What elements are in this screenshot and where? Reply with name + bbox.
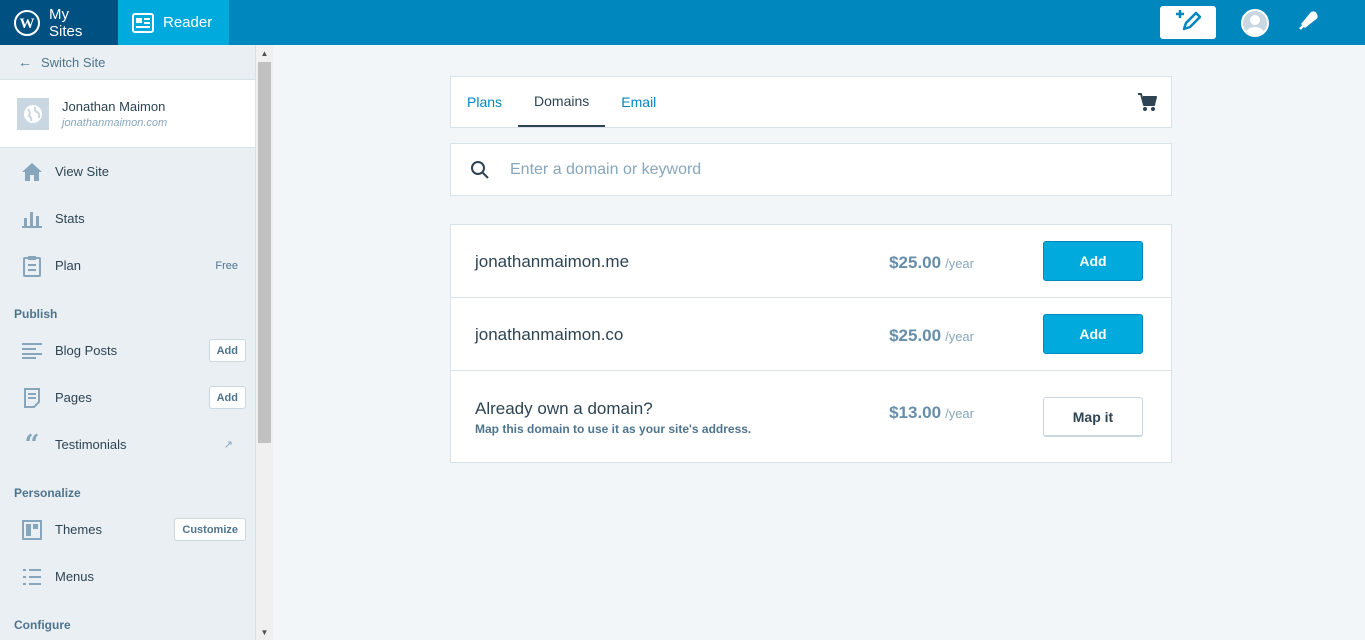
map-domain-subtitle: Map this domain to use it as your site's… <box>475 422 752 436</box>
sidebar-item-blog-posts[interactable]: Blog Posts Add <box>0 327 255 374</box>
sidebar: ← Switch Site Jonathan Maimon jonathanma… <box>0 45 256 640</box>
wordpress-logo-icon: W <box>14 9 40 36</box>
globe-icon <box>17 97 49 130</box>
sidebar-item-label: Stats <box>55 211 85 226</box>
posts-icon <box>21 340 43 362</box>
section-heading-publish: Publish <box>14 307 58 321</box>
plan-badge: Free <box>215 259 238 272</box>
domain-result-row: jonathanmaimon.co $25.00/year Add <box>451 298 1171 371</box>
add-page-button[interactable]: Add <box>208 386 246 409</box>
map-domain-row: Already own a domain? Map this domain to… <box>451 371 1171 462</box>
tab-email[interactable]: Email <box>605 77 672 127</box>
cart-icon[interactable] <box>1137 92 1157 117</box>
reader-label: Reader <box>163 14 213 31</box>
sidebar-item-testimonials[interactable]: “ Testimonials ↗ <box>0 421 255 468</box>
arrow-left-icon: ← <box>18 54 32 70</box>
sidebar-item-pages[interactable]: Pages Add <box>0 374 255 421</box>
price-period: /year <box>945 329 974 344</box>
notifications-button[interactable] <box>1297 8 1321 37</box>
main-content: Plans Domains Email jonathanmaimon.me $2… <box>273 45 1348 640</box>
domain-result-row: jonathanmaimon.me $25.00/year Add <box>451 225 1171 298</box>
add-post-button[interactable]: Add <box>208 339 246 362</box>
stats-icon <box>21 208 43 230</box>
sidebar-item-stats[interactable]: Stats <box>0 195 255 242</box>
switch-site-label: Switch Site <box>41 54 106 70</box>
tab-domains[interactable]: Domains <box>518 77 606 127</box>
price-amount: $13.00 <box>889 403 942 422</box>
domain-price: $25.00/year <box>889 326 974 346</box>
sidebar-item-themes[interactable]: Themes Customize <box>0 506 255 553</box>
domain-results-list: jonathanmaimon.me $25.00/year Add jonath… <box>450 224 1172 463</box>
my-sites-button[interactable]: W My Sites <box>0 0 118 45</box>
bell-icon <box>1297 8 1321 37</box>
price-amount: $25.00 <box>889 253 942 272</box>
domain-search-bar <box>450 143 1172 196</box>
sidebar-item-menus[interactable]: Menus <box>0 553 255 600</box>
domain-price: $13.00/year <box>889 403 974 423</box>
site-name: Jonathan Maimon <box>62 98 166 114</box>
price-amount: $25.00 <box>889 326 942 345</box>
domain-price: $25.00/year <box>889 253 974 273</box>
customize-button[interactable]: Customize <box>174 518 246 541</box>
tab-plans[interactable]: Plans <box>451 77 518 127</box>
sidebar-item-label: Pages <box>55 390 92 405</box>
scroll-up-arrow-icon[interactable]: ▲ <box>256 47 273 61</box>
add-domain-button[interactable]: Add <box>1043 241 1143 281</box>
masterbar: W My Sites Reader <box>0 0 1365 45</box>
pages-icon <box>21 387 43 409</box>
sidebar-scrollbar[interactable]: ▲ ▼ <box>256 45 273 640</box>
price-period: /year <box>945 406 974 421</box>
home-icon <box>21 161 43 183</box>
avatar-person-icon <box>1246 14 1264 35</box>
external-link-icon: ↗ <box>223 439 233 451</box>
switch-site-link[interactable]: ← Switch Site <box>0 45 255 80</box>
current-site-card[interactable]: Jonathan Maimon jonathanmaimon.com <box>0 80 255 148</box>
sidebar-item-plan[interactable]: Plan Free <box>0 242 255 289</box>
scroll-down-arrow-icon[interactable]: ▼ <box>256 626 273 640</box>
write-pencil-icon <box>1174 8 1202 37</box>
scrollbar-thumb[interactable] <box>258 62 271 443</box>
section-heading-personalize: Personalize <box>14 486 81 500</box>
domain-search-input[interactable] <box>510 160 1110 179</box>
map-domain-title: Already own a domain? <box>475 399 653 418</box>
svg-text:W: W <box>20 16 35 32</box>
sidebar-item-label: Menus <box>55 569 95 584</box>
domain-name: jonathanmaimon.co <box>475 325 624 344</box>
section-heading-configure: Configure <box>14 618 71 632</box>
price-period: /year <box>945 256 974 271</box>
write-post-button[interactable] <box>1160 6 1216 39</box>
search-icon[interactable] <box>470 160 490 180</box>
domain-name: jonathanmaimon.me <box>475 252 630 271</box>
my-sites-label: My Sites <box>49 5 83 40</box>
sidebar-item-label: View Site <box>55 164 109 179</box>
clipboard-icon <box>21 255 43 277</box>
reader-icon <box>132 12 154 33</box>
site-domain: jonathanmaimon.com <box>62 116 168 129</box>
map-it-button[interactable]: Map it <box>1043 397 1143 437</box>
quote-icon: “ <box>24 429 40 460</box>
section-tabs: Plans Domains Email <box>450 76 1172 128</box>
reader-button[interactable]: Reader <box>118 0 229 45</box>
sidebar-item-label: Plan <box>55 258 82 273</box>
menus-icon <box>21 566 43 588</box>
themes-icon <box>21 519 43 541</box>
add-domain-button[interactable]: Add <box>1043 314 1143 354</box>
sidebar-item-view-site[interactable]: View Site <box>0 148 255 195</box>
sidebar-item-label: Blog Posts <box>55 343 118 358</box>
sidebar-item-label: Testimonials <box>55 437 127 452</box>
user-avatar[interactable] <box>1241 8 1269 37</box>
sidebar-item-label: Themes <box>55 522 102 537</box>
